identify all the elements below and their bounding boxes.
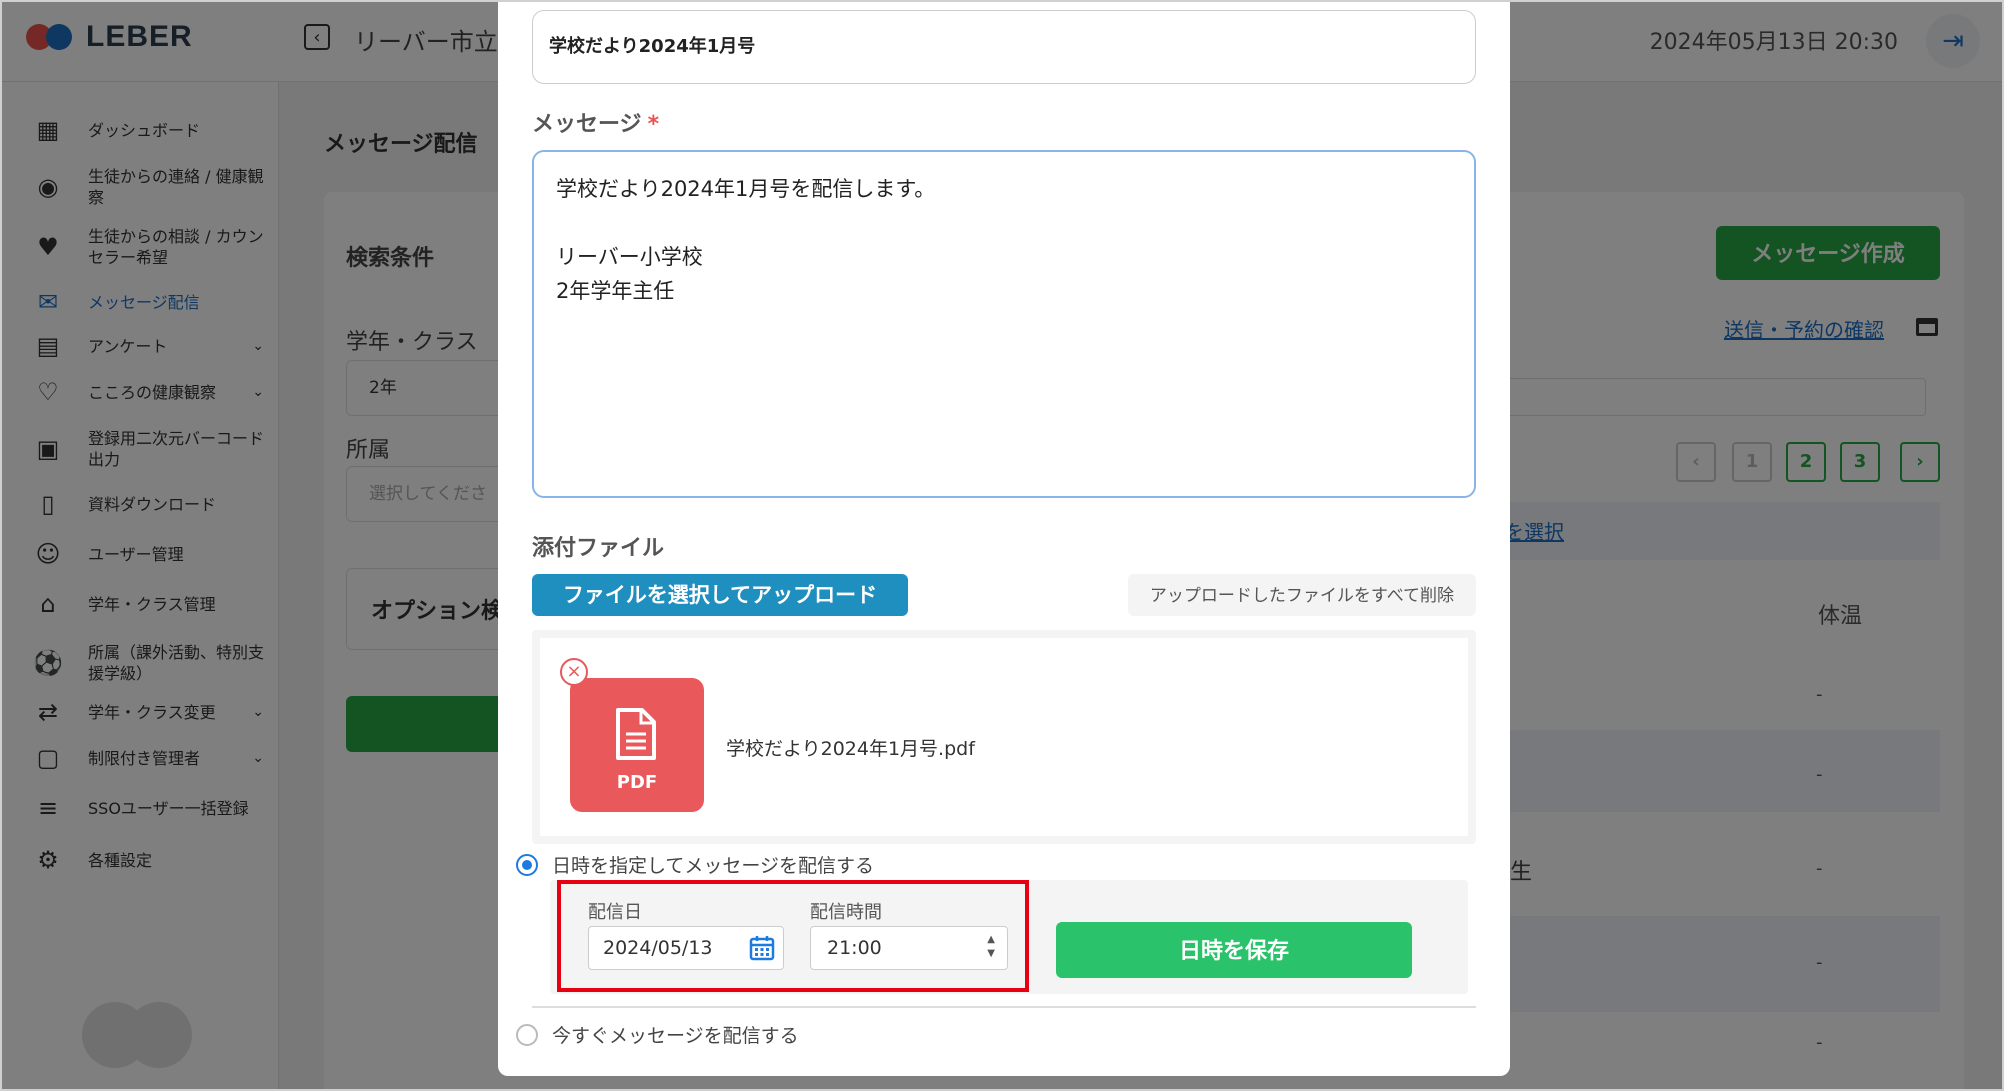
schedule-radio-label[interactable]: 日時を指定してメッセージを配信する (552, 851, 874, 878)
required-mark: * (647, 112, 660, 137)
send-now-radio[interactable] (516, 1024, 538, 1046)
divider (532, 1006, 1476, 1008)
message-compose-modal: 学校だより2024年1月号 メッセージ * 学校だより2024年1月号を配信します… (498, 2, 1510, 1076)
file-type-label: PDF (616, 772, 658, 793)
attachment-list: PDF × 学校だより2024年1月号.pdf (532, 630, 1476, 844)
save-datetime-button[interactable]: 日時を保存 (1056, 922, 1412, 978)
app-window: LEBER ‹ リーバー市立小 2024年05月13日 20:30 ⇥ ▦ ダッ… (0, 0, 2004, 1091)
file-name: 学校だより2024年1月号.pdf (726, 738, 975, 760)
attachment-label: 添付ファイル (532, 536, 665, 561)
send-now-radio-label[interactable]: 今すぐメッセージを配信する (552, 1021, 799, 1048)
document-icon (616, 708, 656, 760)
message-label-text: メッセージ (532, 112, 642, 137)
message-label: メッセージ * (532, 106, 659, 138)
schedule-radio[interactable] (516, 854, 538, 876)
remove-file-close-icon[interactable]: × (560, 658, 588, 686)
message-body-textarea[interactable]: 学校だより2024年1月号を配信します。 リーバー小学校 2年学年主任 (532, 150, 1476, 498)
upload-file-button[interactable]: ファイルを選択してアップロード (532, 574, 908, 616)
highlight-annotation-box (557, 880, 1029, 992)
delete-all-files-button[interactable]: アップロードしたファイルをすべて削除 (1128, 574, 1476, 616)
attachment-item: PDF × 学校だより2024年1月号.pdf (540, 638, 1468, 836)
pdf-file-thumbnail[interactable]: PDF (570, 678, 704, 812)
subject-input[interactable]: 学校だより2024年1月号 (532, 10, 1476, 84)
